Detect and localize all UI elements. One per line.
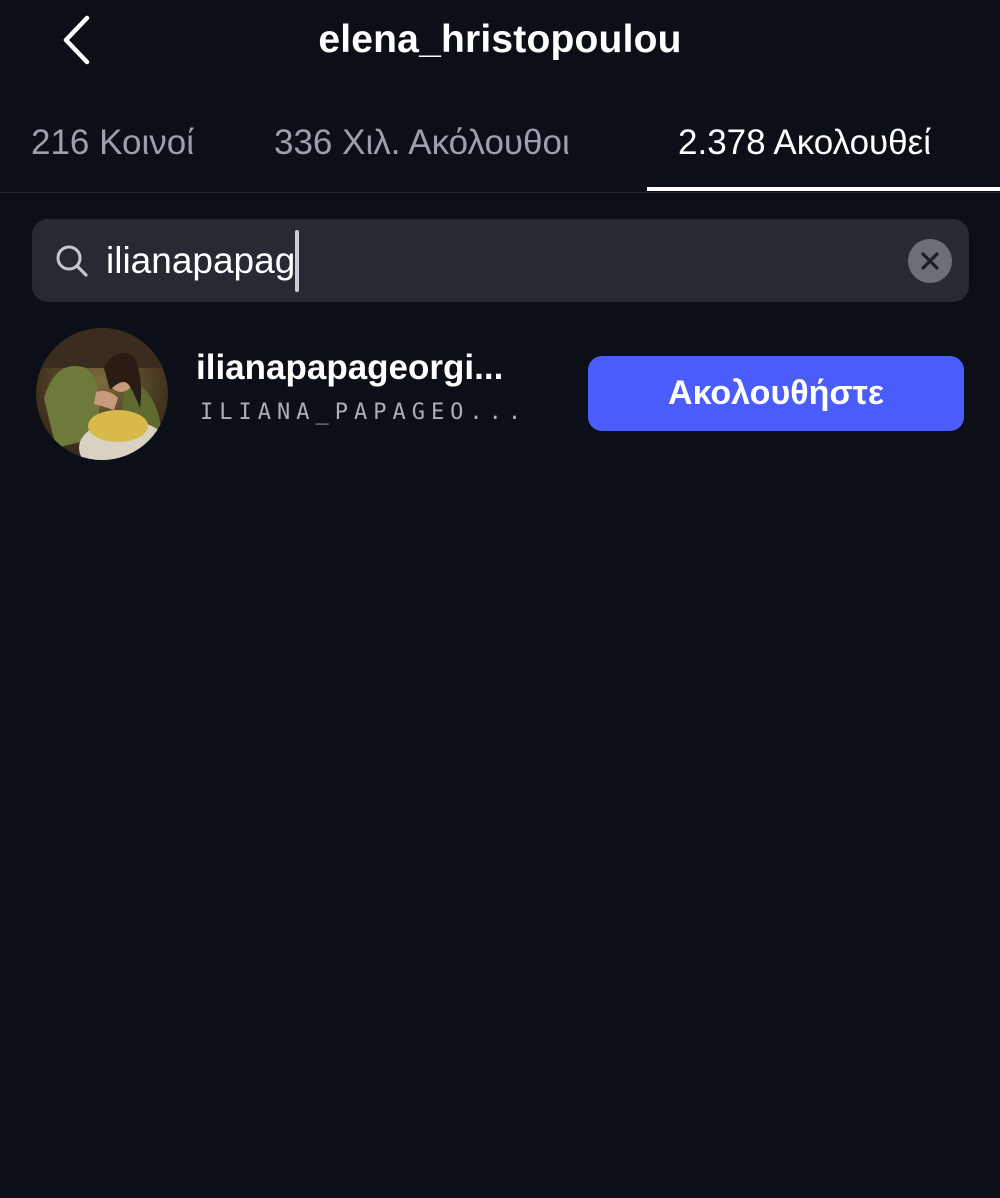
back-button[interactable] <box>52 12 100 68</box>
result-username[interactable]: ilianapapageorgi... <box>196 346 503 390</box>
search-bar: ilianapapag <box>32 219 969 302</box>
tab-following[interactable]: 2.378 Ακολουθεί <box>678 120 931 166</box>
text-caret <box>295 230 300 292</box>
active-tab-indicator <box>647 187 1000 191</box>
search-icon <box>56 245 88 277</box>
chevron-left-icon <box>63 15 90 65</box>
page-title: elena_hristopoulou <box>318 18 682 61</box>
search-input-value: ilianapapag <box>106 240 296 281</box>
search-input[interactable]: ilianapapag <box>106 230 300 292</box>
header: elena_hristopoulou <box>0 0 1000 90</box>
follow-button[interactable]: Ακολουθήστε <box>588 356 964 431</box>
avatar[interactable] <box>36 328 168 460</box>
tab-mutual[interactable]: 216 Κοινοί <box>31 120 194 166</box>
tab-followers[interactable]: 336 Χιλ. Ακόλουθοι <box>274 120 570 166</box>
list-item[interactable]: ilianapapageorgi... ILIANA_PAPAGEO... Ακ… <box>0 320 1000 466</box>
clear-icon <box>921 252 939 270</box>
tab-bar: 216 Κοινοί 336 Χιλ. Ακόλουθοι 2.378 Ακολ… <box>0 100 1000 193</box>
result-full-name: ILIANA_PAPAGEO... <box>200 400 528 425</box>
clear-search-button[interactable] <box>908 239 952 283</box>
